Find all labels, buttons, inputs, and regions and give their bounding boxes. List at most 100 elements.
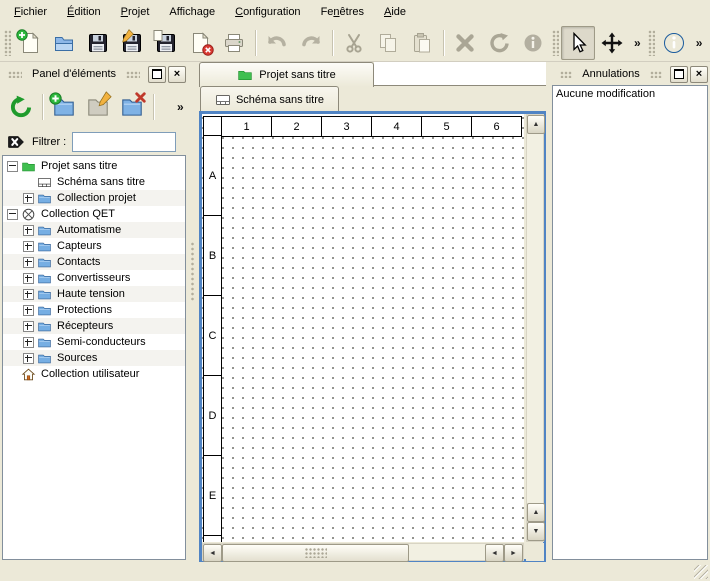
select-tool-button[interactable] [561,26,595,60]
horizontal-scrollbar[interactable]: ◄ ◄ ► [202,543,524,561]
tree-item-haute-tension[interactable]: Haute tension [3,286,185,302]
menu-aide[interactable]: Aide [374,2,416,22]
tree-item-protections[interactable]: Protections [3,302,185,318]
expand-expander-icon[interactable] [23,241,34,252]
column-header: 1 [221,116,272,137]
close-file-button[interactable] [183,26,217,60]
float-panel-button[interactable] [148,66,166,83]
menu-fenetres[interactable]: Fenêtres [311,2,374,22]
tree-item-collection-projet[interactable]: Collection projet [3,190,185,206]
scroll-up-button[interactable]: ▲ [527,503,545,522]
expand-expander-icon[interactable] [23,257,34,268]
tree-item-collection-qet[interactable]: Collection QET [3,206,185,222]
menu-label-mnemonic: C [235,6,243,18]
toolbar-grip[interactable] [552,30,559,56]
scroll-up-button[interactable]: ▲ [527,115,545,134]
tree-item-contacts[interactable]: Contacts [3,254,185,270]
expand-expander-icon[interactable] [23,353,34,364]
new-element-button[interactable] [47,90,81,124]
scroll-left-button[interactable]: ◄ [203,544,222,562]
scroll-down-button[interactable]: ▼ [527,522,545,541]
horizontal-scroll-thumb[interactable] [222,544,409,562]
horizontal-scroll-track[interactable] [409,544,485,560]
tree-item-capteurs[interactable]: Capteurs [3,238,185,254]
about-qet-button[interactable] [657,26,691,60]
expand-expander-icon[interactable] [23,225,34,236]
toolbar-grip[interactable] [4,30,11,56]
tree-item-projet-sans-titre[interactable]: Projet sans titre [3,158,185,174]
tree-item-label: Collection QET [39,208,115,220]
left-splitter[interactable] [186,62,199,560]
resize-grip-icon[interactable] [694,565,708,579]
tree-item-label: Projet sans titre [39,160,117,172]
menu-configuration[interactable]: Configuration [225,2,310,22]
close-icon: × [696,69,702,80]
tree-item-recepteurs[interactable]: Récepteurs [3,318,185,334]
toolbar-overflow-chevron[interactable]: » [629,36,646,50]
move-tool-button[interactable] [595,26,629,60]
expand-expander-icon[interactable] [23,289,34,300]
menu-fichier[interactable]: Fichier [4,2,57,22]
scroll-right-button[interactable]: ► [504,544,523,562]
column-header: 5 [421,116,472,137]
panel-grip[interactable] [126,71,140,78]
tab-label: Schéma sans titre [236,94,324,106]
move-arrows-icon [600,31,624,55]
delete-icon [453,31,477,55]
save-all-button[interactable] [149,26,183,60]
float-panel-button[interactable] [670,66,688,83]
blue-folder-icon [37,271,52,286]
open-document-button[interactable] [47,26,81,60]
print-button[interactable] [217,26,251,60]
element-info-button[interactable] [516,26,550,60]
expand-expander-icon[interactable] [23,193,34,204]
tree-item-semi-conducteurs[interactable]: Semi-conducteurs [3,334,185,350]
rotate-button[interactable] [482,26,516,60]
menu-label-mnemonic: P [121,6,128,18]
menu-affichage[interactable]: Affichage [159,2,225,22]
panel-grip[interactable] [560,71,572,78]
tree-item-schema-sans-titre[interactable]: Schéma sans titre [3,174,185,190]
menu-label: e [209,6,215,18]
tab-schema-sans-titre[interactable]: Schéma sans titre [200,86,339,112]
new-document-button[interactable] [13,26,47,60]
cut-button[interactable] [337,26,371,60]
redo-button[interactable] [294,26,328,60]
close-panel-button[interactable]: × [690,66,708,83]
menu-projet[interactable]: Projet [111,2,160,22]
save-button[interactable] [81,26,115,60]
panel-grip[interactable] [8,71,22,78]
filter-input[interactable] [72,132,176,152]
vertical-scroll-track[interactable] [527,134,543,503]
diagram-canvas[interactable]: 1 2 3 4 5 6 A B C D E [202,114,524,542]
delete-element-button[interactable] [115,90,149,124]
reload-collections-button[interactable] [4,90,38,124]
tab-projet-sans-titre[interactable]: Projet sans titre [199,62,374,87]
scroll-left-button[interactable]: ◄ [485,544,504,562]
tree-item-sources[interactable]: Sources [3,350,185,366]
tree-item-label: Collection projet [55,192,136,204]
delete-button[interactable] [448,26,482,60]
expand-expander-icon[interactable] [23,337,34,348]
expand-expander-icon[interactable] [23,273,34,284]
tree-item-collection-utilisateur[interactable]: Collection utilisateur [3,366,185,382]
undo-button[interactable] [260,26,294,60]
menu-edition[interactable]: Édition [57,2,111,22]
toolbar-overflow-chevron[interactable]: » [691,36,708,50]
paste-button[interactable] [405,26,439,60]
toolbar-grip[interactable] [648,30,655,56]
copy-button[interactable] [371,26,405,60]
panel-grip[interactable] [650,71,662,78]
clear-filter-icon[interactable] [6,134,26,150]
expand-expander-icon[interactable] [23,305,34,316]
expand-expander-icon[interactable] [23,321,34,332]
collapse-expander-icon[interactable] [7,161,18,172]
collapse-expander-icon[interactable] [7,209,18,220]
edit-element-button[interactable] [81,90,115,124]
vertical-scrollbar[interactable]: ▲ ▲ ▼ [526,114,544,542]
save-as-button[interactable] [115,26,149,60]
tree-item-automatisme[interactable]: Automatisme [3,222,185,238]
undo-list-item[interactable]: Aucune modification [553,86,707,102]
tree-item-convertisseurs[interactable]: Convertisseurs [3,270,185,286]
close-panel-button[interactable]: × [168,66,186,83]
